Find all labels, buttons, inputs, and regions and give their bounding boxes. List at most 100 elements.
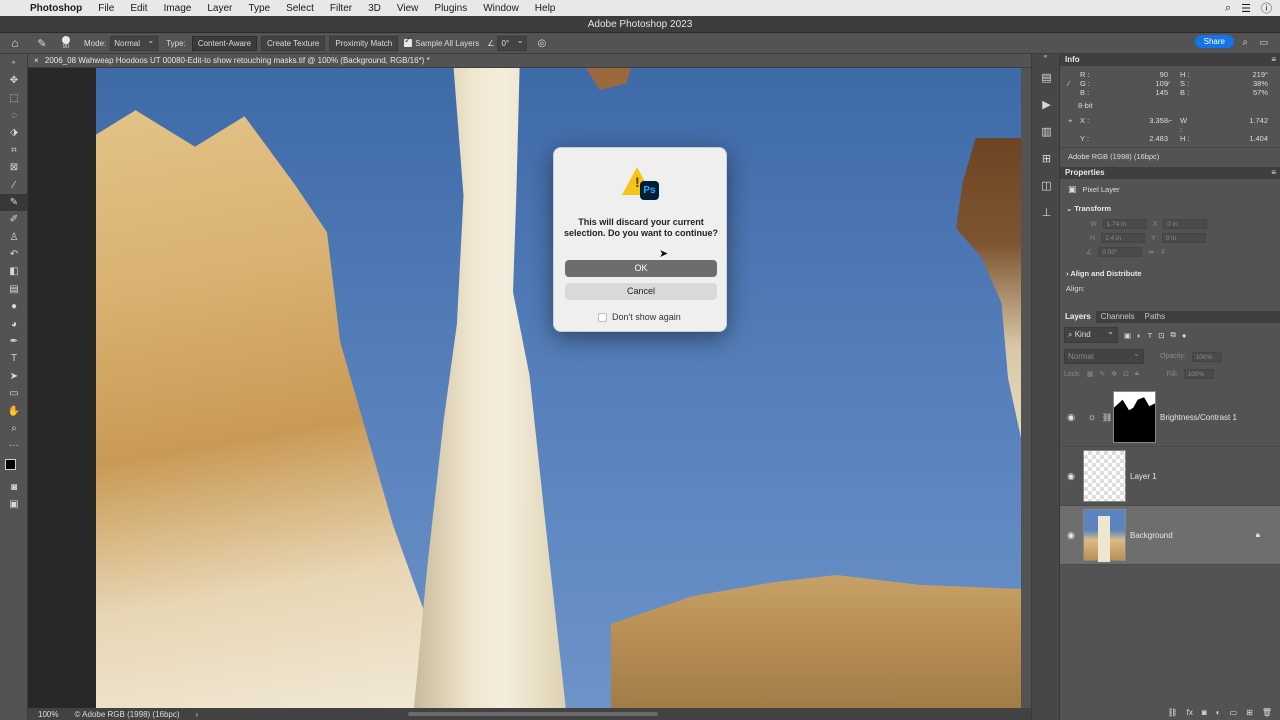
- share-button[interactable]: Share: [1194, 35, 1234, 48]
- filter-toggle-icon[interactable]: ●: [1182, 331, 1187, 340]
- search-icon[interactable]: ⌕: [1242, 37, 1248, 48]
- eraser-tool-icon[interactable]: ◧: [0, 263, 28, 280]
- visibility-eye-icon[interactable]: ◉: [1060, 412, 1082, 423]
- menu-filter[interactable]: Filter: [322, 3, 360, 14]
- fill-field[interactable]: 100%: [1183, 369, 1214, 379]
- align-section-header[interactable]: › Align and Distribute: [1060, 265, 1280, 282]
- document-profile[interactable]: © Adobe RGB (1998) (16bpc): [74, 710, 179, 719]
- brush-tool-icon[interactable]: ✐: [0, 211, 28, 228]
- marquee-tool-icon[interactable]: ⬚: [0, 89, 28, 106]
- menu-select[interactable]: Select: [278, 3, 322, 14]
- filter-pixel-icon[interactable]: ▣: [1124, 331, 1131, 340]
- adjustments-panel-icon[interactable]: ⊞: [1032, 145, 1061, 172]
- layer-row-brightness-contrast[interactable]: ◉ ☼ ⛓︎ Brightness/Contrast 1: [1060, 388, 1280, 447]
- lock-artboard-icon[interactable]: ⊡: [1123, 370, 1129, 378]
- layer-row-layer-1[interactable]: ◉ Layer 1: [1060, 447, 1280, 506]
- menu-layer[interactable]: Layer: [199, 3, 240, 14]
- menu-type[interactable]: Type: [240, 3, 278, 14]
- spot-healing-tool-icon[interactable]: ✎: [0, 193, 28, 212]
- info-icon[interactable]: ⓘ: [1261, 0, 1272, 16]
- collapse-icon[interactable]: «: [1032, 54, 1059, 64]
- spot-healing-brush-icon[interactable]: ✎: [30, 37, 54, 50]
- dodge-tool-icon[interactable]: ◕: [0, 315, 28, 332]
- opacity-field[interactable]: 100%: [1191, 351, 1222, 362]
- workspace-icon[interactable]: ▭: [1259, 37, 1268, 48]
- filter-smart-object-icon[interactable]: ⧉: [1171, 330, 1176, 340]
- pen-tool-icon[interactable]: ✒: [0, 333, 28, 350]
- path-selection-tool-icon[interactable]: ➤: [0, 368, 28, 385]
- libraries-panel-icon[interactable]: ◫: [1032, 172, 1061, 199]
- screen-mode-icon[interactable]: ▣: [0, 496, 28, 513]
- menu-edit[interactable]: Edit: [122, 3, 155, 14]
- zoom-tool-icon[interactable]: ⌕: [0, 420, 28, 437]
- sample-all-layers-checkbox[interactable]: Sample All Layers: [404, 36, 479, 48]
- new-adjustment-icon[interactable]: ◐: [1216, 708, 1221, 717]
- control-center-icon[interactable]: ☰: [1241, 2, 1251, 15]
- add-mask-icon[interactable]: ◙: [1202, 708, 1207, 717]
- tab-channels[interactable]: Channels: [1096, 311, 1140, 323]
- layer-thumbnail[interactable]: [1083, 450, 1126, 502]
- eyedropper-tool-icon[interactable]: ⁄: [0, 176, 28, 193]
- home-icon[interactable]: ⌂: [0, 36, 30, 50]
- menu-window[interactable]: Window: [475, 3, 527, 14]
- panel-menu-icon[interactable]: ≡: [1271, 54, 1276, 66]
- brush-size-picker[interactable]: 90: [54, 36, 78, 50]
- transform-angle-field[interactable]: 0.00°: [1098, 247, 1143, 257]
- more-tools-icon[interactable]: ···: [0, 437, 28, 454]
- gradient-tool-icon[interactable]: ▤: [0, 281, 28, 298]
- crop-tool-icon[interactable]: ⌗: [0, 142, 28, 159]
- type-content-aware-button[interactable]: Content-Aware: [191, 35, 258, 51]
- blend-mode-select[interactable]: Normal: [1064, 349, 1144, 364]
- filter-shape-icon[interactable]: ⊡: [1158, 331, 1164, 340]
- layer-thumbnail[interactable]: [1083, 509, 1126, 562]
- link-layers-icon[interactable]: ⛓︎: [1168, 708, 1178, 717]
- search-icon[interactable]: ⌕: [1225, 2, 1231, 15]
- lock-icon[interactable]: 🔒︎: [1256, 530, 1260, 540]
- transform-x-field[interactable]: 0 in: [1163, 219, 1208, 229]
- lock-position-icon[interactable]: ✥: [1111, 370, 1117, 378]
- filter-type-icon[interactable]: T: [1148, 331, 1153, 340]
- type-tool-icon[interactable]: T: [0, 350, 28, 367]
- actions-panel-icon[interactable]: ▶: [1032, 91, 1061, 118]
- menu-3d[interactable]: 3D: [360, 3, 389, 14]
- cancel-button[interactable]: Cancel: [565, 283, 717, 300]
- layer-filter-kind-select[interactable]: ⌕ Kind: [1064, 327, 1118, 343]
- new-layer-icon[interactable]: ⊞: [1246, 708, 1253, 717]
- menu-image[interactable]: Image: [156, 3, 200, 14]
- close-icon[interactable]: ×: [34, 56, 39, 65]
- lock-all-icon[interactable]: 🔒︎: [1135, 370, 1139, 378]
- lock-transparency-icon[interactable]: ▦: [1087, 370, 1094, 378]
- layer-row-background[interactable]: ◉ Background 🔒︎: [1060, 506, 1280, 565]
- lock-image-icon[interactable]: ✎: [1099, 370, 1105, 378]
- properties-panel-header[interactable]: Properties ≡: [1060, 167, 1280, 179]
- menu-app-name[interactable]: Photoshop: [30, 3, 90, 14]
- layer-mask-thumbnail[interactable]: [1113, 391, 1156, 443]
- histogram-panel-icon[interactable]: ▥: [1032, 118, 1061, 145]
- mode-select[interactable]: Normal: [110, 35, 159, 51]
- quick-mask-icon[interactable]: ◙: [0, 479, 28, 496]
- tab-paths[interactable]: Paths: [1140, 311, 1170, 323]
- visibility-eye-icon[interactable]: ◉: [1060, 530, 1082, 541]
- angle-field[interactable]: 0°: [497, 35, 528, 51]
- history-brush-tool-icon[interactable]: ↶: [0, 246, 28, 263]
- new-group-icon[interactable]: ▭: [1230, 708, 1238, 717]
- menu-file[interactable]: File: [90, 3, 122, 14]
- type-proximity-match-button[interactable]: Proximity Match: [329, 35, 399, 51]
- delete-layer-icon[interactable]: 🗑︎: [1262, 708, 1272, 717]
- move-tool-icon[interactable]: ✥: [0, 72, 28, 89]
- paths-panel-icon[interactable]: ⊥: [1032, 199, 1061, 226]
- blur-tool-icon[interactable]: ●: [0, 298, 28, 315]
- toolbar-grip-icon[interactable]: »: [0, 54, 27, 72]
- horizontal-scrollbar-thumb[interactable]: [408, 712, 658, 716]
- clone-stamp-tool-icon[interactable]: ♙: [0, 229, 28, 246]
- transform-section-header[interactable]: ⌄ Transform: [1060, 200, 1280, 217]
- object-selection-tool-icon[interactable]: ⬗: [0, 124, 28, 141]
- mask-link-icon[interactable]: ⛓︎: [1102, 413, 1112, 422]
- menu-help[interactable]: Help: [527, 3, 564, 14]
- menu-view[interactable]: View: [389, 3, 427, 14]
- pressure-icon[interactable]: ◎: [537, 38, 546, 49]
- layer-style-icon[interactable]: fx: [1187, 708, 1193, 717]
- info-panel-header[interactable]: Info ≡: [1060, 54, 1280, 66]
- frame-tool-icon[interactable]: ⊠: [0, 159, 28, 176]
- chevron-right-icon[interactable]: ›: [196, 710, 199, 719]
